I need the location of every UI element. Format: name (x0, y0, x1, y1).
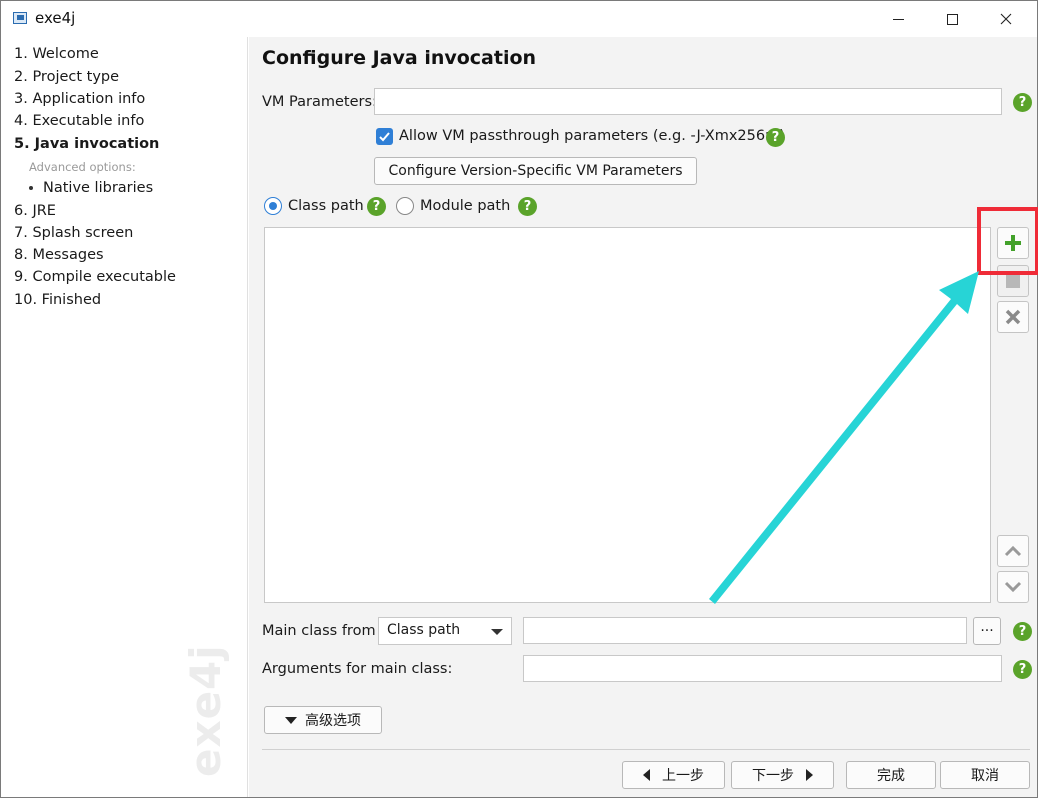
step-messages[interactable]: 8. Messages (14, 247, 104, 263)
maximize-button[interactable] (929, 1, 975, 37)
advanced-options-caption: Advanced options: (29, 160, 136, 174)
module-path-radio-label: Module path (420, 198, 511, 214)
back-button[interactable]: 上一步 (622, 761, 725, 789)
minimize-icon (892, 18, 904, 20)
module-path-radio[interactable] (396, 197, 414, 215)
move-up-button[interactable] (997, 535, 1029, 567)
step-project-type[interactable]: 2. Project type (14, 69, 119, 85)
next-button[interactable]: 下一步 (731, 761, 834, 789)
page-title: Configure Java invocation (262, 47, 537, 69)
chevron-up-icon (1004, 545, 1022, 557)
vm-parameters-label: VM Parameters: (262, 94, 377, 110)
main-panel: Configure Java invocation VM Parameters:… (249, 37, 1038, 797)
main-class-from-label: Main class from (262, 623, 376, 639)
expand-triangle-icon (285, 716, 297, 724)
maximize-icon (946, 13, 958, 25)
help-icon[interactable]: ? (1013, 622, 1032, 641)
exe4j-window: exe4j 1. Welcome 2. Project type 3. Appl… (0, 0, 1038, 798)
edit-icon (1006, 274, 1020, 288)
chevron-down-icon (1004, 581, 1022, 593)
dropdown-arrow-icon (491, 629, 503, 635)
checkmark-icon (379, 132, 390, 142)
back-label: 上一步 (662, 768, 704, 784)
class-path-radio[interactable] (264, 197, 282, 215)
arguments-input[interactable] (523, 655, 1002, 682)
delete-x-icon (1005, 309, 1021, 325)
step-java-invocation[interactable]: 5. Java invocation (14, 136, 159, 152)
allow-passthrough-checkbox[interactable] (376, 128, 393, 145)
help-icon[interactable]: ? (518, 197, 537, 216)
close-button[interactable] (983, 1, 1029, 37)
help-icon[interactable]: ? (1013, 660, 1032, 679)
advanced-options-button[interactable]: 高级选项 (264, 706, 382, 734)
step-application-info[interactable]: 3. Application info (14, 91, 145, 107)
close-icon (1000, 13, 1012, 25)
help-icon[interactable]: ? (766, 128, 785, 147)
cancel-button[interactable]: 取消 (940, 761, 1030, 789)
arrow-right-icon (806, 769, 813, 781)
configure-version-specific-vm-parameters-button[interactable]: Configure Version-Specific VM Parameters (374, 157, 697, 185)
exe4j-watermark-logo: exe4j (181, 644, 230, 777)
step-welcome[interactable]: 1. Welcome (14, 46, 99, 62)
wizard-steps-sidebar: 1. Welcome 2. Project type 3. Applicatio… (1, 37, 248, 797)
class-path-list[interactable] (264, 227, 991, 603)
minimize-button[interactable] (875, 1, 921, 37)
advanced-options-label: 高级选项 (305, 713, 361, 729)
help-icon[interactable]: ? (367, 197, 386, 216)
move-down-button[interactable] (997, 571, 1029, 603)
footer-divider (262, 749, 1030, 750)
remove-entry-button[interactable] (997, 301, 1029, 333)
arrow-left-icon (643, 769, 650, 781)
main-class-source-select[interactable]: Class path (378, 617, 512, 645)
arguments-label: Arguments for main class: (262, 661, 453, 677)
finish-button[interactable]: 完成 (846, 761, 936, 789)
help-icon[interactable]: ? (1013, 93, 1032, 112)
step-splash-screen[interactable]: 7. Splash screen (14, 225, 133, 241)
step-jre[interactable]: 6. JRE (14, 203, 56, 219)
bullet-icon (29, 186, 33, 190)
window-title: exe4j (35, 9, 76, 27)
step-native-libraries[interactable]: Native libraries (29, 180, 153, 196)
allow-passthrough-label: Allow VM passthrough parameters (e.g. -J… (399, 128, 785, 144)
app-icon (13, 12, 27, 24)
next-label: 下一步 (752, 768, 794, 784)
step-executable-info[interactable]: 4. Executable info (14, 113, 144, 129)
class-path-radio-label: Class path (288, 198, 364, 214)
vm-parameters-input[interactable] (374, 88, 1002, 115)
step-native-libraries-label: Native libraries (43, 180, 154, 196)
browse-main-class-button[interactable]: ··· (973, 617, 1001, 645)
main-class-input[interactable] (523, 617, 967, 644)
title-bar: exe4j (1, 1, 1037, 37)
step-finished[interactable]: 10. Finished (14, 292, 101, 308)
step-compile-executable[interactable]: 9. Compile executable (14, 269, 176, 285)
main-class-source-value: Class path (387, 622, 461, 638)
annotation-highlight-box (977, 207, 1038, 275)
